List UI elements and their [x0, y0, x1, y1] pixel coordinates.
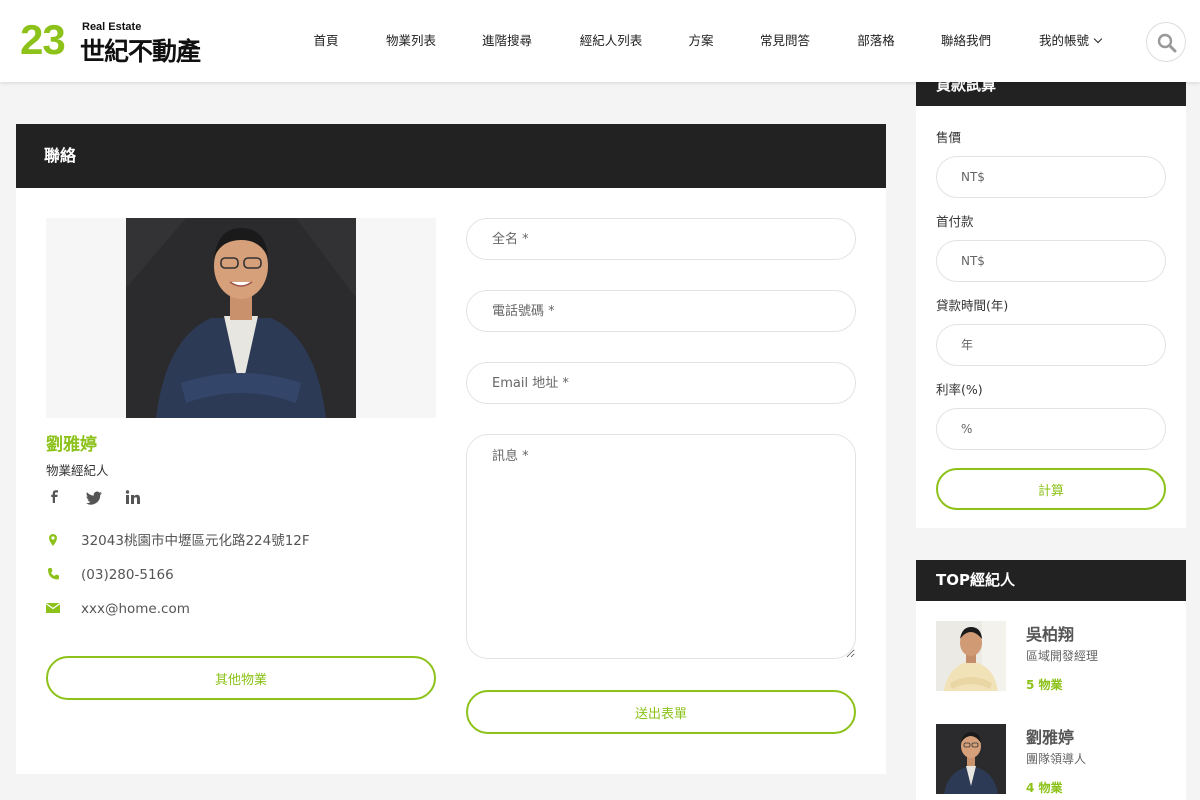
- top-agent-count: 4 物業: [1026, 781, 1063, 795]
- down-payment-input[interactable]: [936, 240, 1166, 282]
- top-agent-role: 區域開發經理: [1026, 649, 1099, 663]
- agent-photo: [126, 218, 356, 418]
- calculator-header: 貸款試算: [916, 82, 1186, 106]
- mortgage-calculator: 貸款試算 售價 首付款 貸款時間(年) 利率(%) 計算: [916, 82, 1186, 528]
- loan-term-label: 貸款時間(年): [936, 298, 1009, 313]
- top-agent-role: 團隊領導人: [1026, 752, 1087, 766]
- agent-email: xxx@home.com: [46, 599, 426, 619]
- price-label: 售價: [936, 130, 962, 145]
- nav-home[interactable]: 首頁: [313, 32, 338, 50]
- submit-form-button[interactable]: 送出表單: [466, 690, 856, 734]
- full-name-input[interactable]: [466, 218, 856, 260]
- top-agent-name[interactable]: 劉雅婷: [1026, 724, 1074, 748]
- phone-input[interactable]: [466, 290, 856, 332]
- nav-advanced-search[interactable]: 進階搜尋: [482, 32, 532, 50]
- nav-faq[interactable]: 常見問答: [760, 32, 810, 50]
- chevron-down-icon: [1093, 34, 1103, 44]
- envelope-icon: [46, 603, 60, 613]
- agent-address-text: 32043桃園市中壢區元化路224號12F: [81, 533, 310, 549]
- agent-email-text[interactable]: xxx@home.com: [81, 599, 190, 619]
- search-button[interactable]: [1146, 22, 1186, 62]
- nav-agent-list[interactable]: 經紀人列表: [580, 32, 643, 50]
- other-properties-button[interactable]: 其他物業: [46, 656, 436, 700]
- nav-my-account-label: 我的帳號: [1038, 33, 1090, 48]
- interest-rate-label: 利率(%): [936, 382, 983, 397]
- top-agent-count: 5 物業: [1026, 678, 1063, 692]
- top-agents-title: TOP經紀人: [916, 560, 1186, 601]
- interest-rate-input[interactable]: [936, 408, 1166, 450]
- top-agent-item[interactable]: 吳柏翔 區域開發經理 5 物業: [936, 621, 1176, 693]
- agent-name: 劉雅婷: [46, 435, 97, 455]
- main-nav: 首頁 物業列表 進階搜尋 經紀人列表 方案 常見問答 部落格 聯絡我們 我的帳號: [0, 32, 1200, 52]
- nav-blog[interactable]: 部落格: [857, 32, 895, 50]
- agent-address: 32043桃園市中壢區元化路224號12F: [46, 531, 426, 551]
- linkedin-icon[interactable]: [124, 488, 142, 508]
- email-input[interactable]: [466, 362, 856, 404]
- site-header: 23 Real Estate 世紀不動產 首頁 物業列表 進階搜尋 經紀人列表 …: [0, 0, 1200, 82]
- down-payment-label: 首付款: [936, 214, 974, 229]
- loan-term-input[interactable]: [936, 324, 1166, 366]
- price-input[interactable]: [936, 156, 1166, 198]
- agent-phone-text[interactable]: (03)280-5166: [81, 565, 174, 585]
- agent-phone: (03)280-5166: [46, 565, 426, 585]
- search-icon: [1157, 33, 1177, 53]
- twitter-icon[interactable]: [86, 488, 104, 508]
- facebook-icon[interactable]: [46, 488, 64, 508]
- agent-role: 物業經紀人: [46, 463, 109, 478]
- map-marker-icon: [49, 534, 57, 546]
- message-textarea[interactable]: [466, 434, 856, 659]
- top-agent-name[interactable]: 吳柏翔: [1026, 621, 1074, 645]
- agent-photo-frame: [46, 218, 436, 418]
- contact-title: 聯絡: [16, 124, 886, 188]
- nav-contact[interactable]: 聯絡我們: [941, 32, 991, 50]
- top-agent-item[interactable]: 劉雅婷 團隊領導人 4 物業: [936, 724, 1176, 796]
- phone-icon: [48, 568, 59, 580]
- agent-thumbnail[interactable]: [936, 724, 1006, 794]
- top-agents-panel: TOP經紀人 吳柏翔 區域開發經理 5 物業 劉雅婷 團隊領導人 4 物業: [916, 560, 1186, 800]
- nav-my-account[interactable]: 我的帳號: [1038, 32, 1103, 50]
- nav-property-list[interactable]: 物業列表: [386, 32, 436, 50]
- contact-panel: 聯絡 劉雅婷 物業經紀人 32043桃園市中壢區元化路224號12F (03)2…: [16, 124, 886, 774]
- agent-socials: [46, 488, 246, 508]
- nav-plans[interactable]: 方案: [688, 32, 713, 50]
- calculate-button[interactable]: 計算: [936, 468, 1166, 510]
- calculator-title: 貸款試算: [936, 82, 997, 94]
- agent-thumbnail[interactable]: [936, 621, 1006, 691]
